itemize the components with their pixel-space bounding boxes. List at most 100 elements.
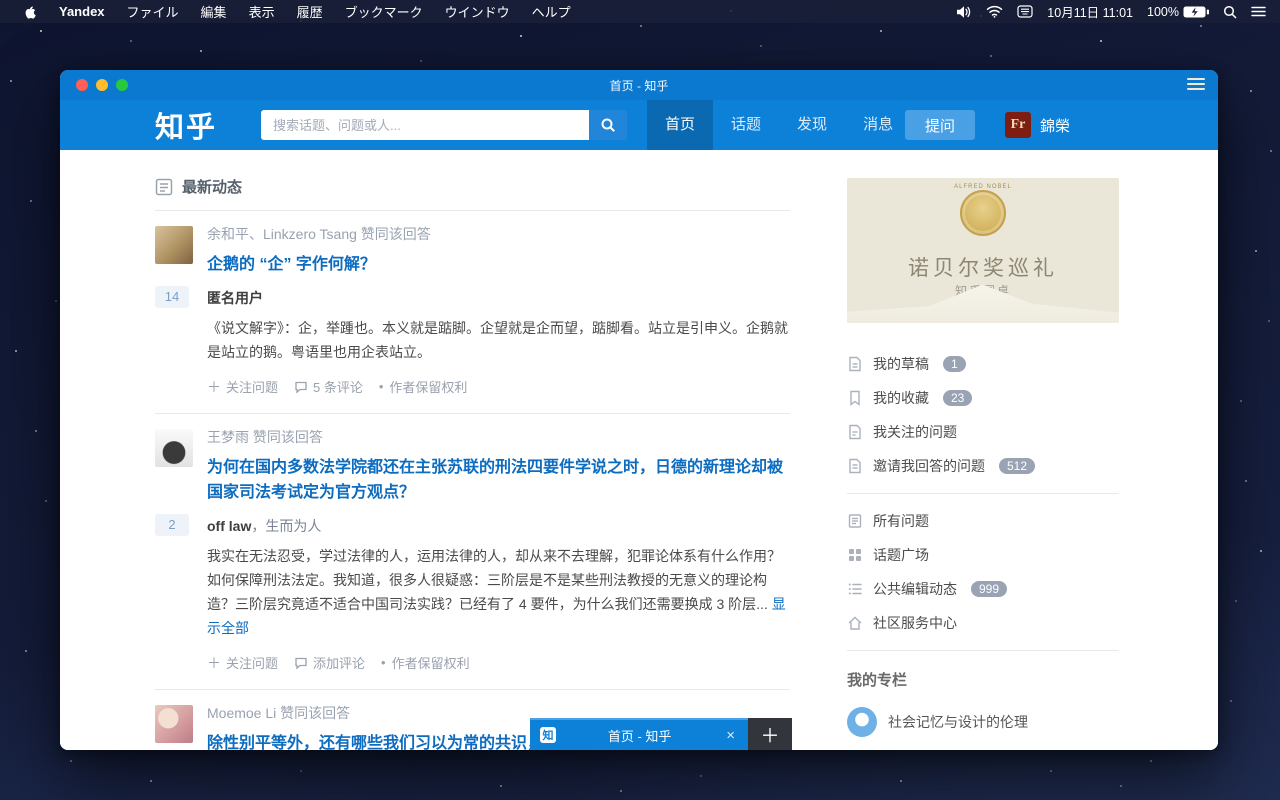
traffic-lights: [76, 79, 128, 91]
count-badge: 1: [943, 356, 966, 372]
spotlight-icon[interactable]: [1223, 5, 1237, 19]
plus-icon: ＋: [207, 653, 221, 673]
answer-excerpt: 《说文解字》：企，举踵也。本义就是踮脚。企望就是企而望，踮脚看。站立是引申义。企…: [207, 316, 790, 364]
sidebar-item-label: 邀请我回答的问题: [873, 456, 985, 476]
wifi-icon[interactable]: [986, 5, 1003, 18]
menu-bookmarks[interactable]: ブックマーク: [334, 2, 434, 21]
personal-links: 我的草稿 1 我的收藏 23 我关注的问题: [847, 347, 1119, 483]
vote-count[interactable]: 14: [155, 286, 189, 308]
menu-view[interactable]: 表示: [238, 2, 286, 21]
notification-center-icon[interactable]: [1251, 6, 1266, 17]
bullet-icon: •: [381, 655, 386, 670]
author-name[interactable]: off law: [207, 518, 251, 534]
user-avatar[interactable]: Fr: [1005, 112, 1031, 138]
close-window-button[interactable]: [76, 79, 88, 91]
username: 錦榮: [1040, 115, 1070, 136]
tab-close-icon[interactable]: ×: [723, 727, 738, 744]
app-menu-yandex[interactable]: Yandex: [48, 4, 116, 19]
answer-author-avatar[interactable]: [155, 705, 193, 743]
feed-item-meta: 余和平、Linkzero Tsang 赞同该回答: [207, 224, 790, 244]
follow-question-button[interactable]: ＋ 关注问题: [207, 653, 278, 673]
sidebar-item-public-edits[interactable]: 公共编辑动态 999: [847, 572, 1119, 606]
author-name[interactable]: 匿名用户: [207, 290, 263, 306]
copyright-notice: • 作者保留权利: [381, 653, 470, 672]
my-columns-header: 我的专栏: [847, 669, 1119, 690]
comments-button[interactable]: 5 条评论: [294, 377, 363, 396]
sidebar-item-label: 话题广场: [873, 545, 929, 565]
window-titlebar[interactable]: 首页 - 知乎: [60, 70, 1218, 100]
new-tab-button[interactable]: ＋: [748, 718, 792, 750]
apple-icon: [23, 4, 37, 20]
battery-indicator[interactable]: 100%: [1147, 5, 1209, 19]
desktop-wallpaper: Yandex ファイル 編集 表示 履歴 ブックマーク ウインドウ ヘルプ 10…: [0, 0, 1280, 800]
answer-author-row: 2 off law，生而为人: [207, 516, 790, 536]
menu-edit[interactable]: 編集: [190, 2, 238, 21]
answer-author-avatar[interactable]: [155, 226, 193, 264]
column-item[interactable]: 社会记忆与设计的伦理: [847, 707, 1119, 737]
follow-question-button[interactable]: ＋ 关注问题: [207, 377, 278, 397]
nav-messages[interactable]: 消息: [845, 100, 911, 150]
menu-help[interactable]: ヘルプ: [521, 2, 582, 21]
count-badge: 999: [971, 581, 1007, 597]
zoom-window-button[interactable]: [116, 79, 128, 91]
home-icon: [847, 615, 863, 631]
copyright-label: 作者保留权利: [389, 377, 467, 396]
search-button[interactable]: [589, 110, 627, 140]
nav-topics[interactable]: 话题: [713, 100, 779, 150]
bookmark-icon: [847, 390, 863, 406]
menubar-clock[interactable]: 10月11日 11:01: [1047, 2, 1133, 21]
sidebar-item-followed-questions[interactable]: 我关注的问题: [847, 415, 1119, 449]
add-comment-button[interactable]: 添加评论: [294, 653, 365, 672]
excerpt-text: 我实在无法忍受，学过法律的人，运用法律的人，却从来不去理解，犯罪论体系有什么作用…: [207, 548, 781, 612]
menubar-menus: Yandex ファイル 編集 表示 履歴 ブックマーク ウインドウ ヘルプ: [0, 2, 582, 21]
tab-favicon: 知: [540, 727, 556, 743]
browser-window: 首页 - 知乎 知乎 首页 话题 发现 消息 提问 Fr: [60, 70, 1218, 750]
all-questions-icon: [847, 513, 863, 529]
sidebar-item-topic-square[interactable]: 话题广场: [847, 538, 1119, 572]
battery-icon: [1183, 6, 1209, 18]
nav-explore[interactable]: 发现: [779, 100, 845, 150]
search-input[interactable]: [261, 110, 589, 140]
sidebar-item-all-questions[interactable]: 所有问题: [847, 504, 1119, 538]
plus-icon: ＋: [207, 377, 221, 397]
battery-percent: 100%: [1147, 5, 1179, 19]
sidebar-item-collections[interactable]: 我的收藏 23: [847, 381, 1119, 415]
author-bio: ，生而为人: [251, 518, 321, 534]
ask-question-button[interactable]: 提问: [905, 110, 975, 140]
feed-header: 最新动态: [155, 176, 790, 197]
sidebar-item-label: 我关注的问题: [873, 422, 957, 442]
question-title-link[interactable]: 企鹅的 “企” 字作何解？: [207, 253, 790, 278]
search-icon: [600, 117, 616, 133]
apple-menu[interactable]: [12, 4, 48, 20]
minimize-window-button[interactable]: [96, 79, 108, 91]
sidebar-item-invited-questions[interactable]: 邀请我回答的问题 512: [847, 449, 1119, 483]
divider: [847, 650, 1119, 651]
macos-menubar: Yandex ファイル 編集 表示 履歴 ブックマーク ウインドウ ヘルプ 10…: [0, 0, 1280, 23]
vote-count[interactable]: 2: [155, 514, 189, 536]
zhihu-logo[interactable]: 知乎: [155, 104, 217, 146]
page-content: 最新动态 余和平、Linkzero Tsang 赞同该回答 企鹅的 “企” 字作…: [60, 150, 1218, 750]
browser-menu-icon[interactable]: [1187, 78, 1205, 93]
volume-icon[interactable]: [956, 5, 972, 19]
menu-history[interactable]: 履歴: [286, 2, 334, 21]
site-links: 所有问题 话题广场 公共编辑动态 999: [847, 504, 1119, 640]
comment-icon: [294, 380, 308, 394]
sidebar-item-drafts[interactable]: 我的草稿 1: [847, 347, 1119, 381]
tab-title: 首页 - 知乎: [564, 726, 715, 745]
comments-label: 5 条评论: [313, 377, 363, 396]
menu-file[interactable]: ファイル: [116, 2, 190, 21]
nobel-banner[interactable]: ALFRED NOBEL 诺贝尔奖巡礼 知乎圆桌: [847, 178, 1119, 323]
sidebar-item-community-center[interactable]: 社区服务中心: [847, 606, 1119, 640]
count-badge: 23: [943, 390, 972, 406]
question-title-link[interactable]: 为何在国内多数法学院都还在主张苏联的刑法四要件学说之时，日德的新理论却被国家司法…: [207, 456, 790, 506]
answer-author-avatar[interactable]: [155, 429, 193, 467]
input-source-icon[interactable]: [1017, 5, 1033, 18]
comment-icon: [294, 656, 308, 670]
answer-author-row: 14 匿名用户: [207, 288, 790, 308]
browser-tab[interactable]: 知 首页 - 知乎 ×: [530, 718, 748, 750]
nav-home[interactable]: 首页: [647, 100, 713, 150]
menu-window[interactable]: ウインドウ: [434, 2, 521, 21]
user-menu[interactable]: Fr 錦榮: [1005, 112, 1070, 138]
sidebar-item-label: 公共编辑动态: [873, 579, 957, 599]
zhihu-header: 知乎 首页 话题 发现 消息 提问 Fr 錦榮: [60, 100, 1218, 150]
